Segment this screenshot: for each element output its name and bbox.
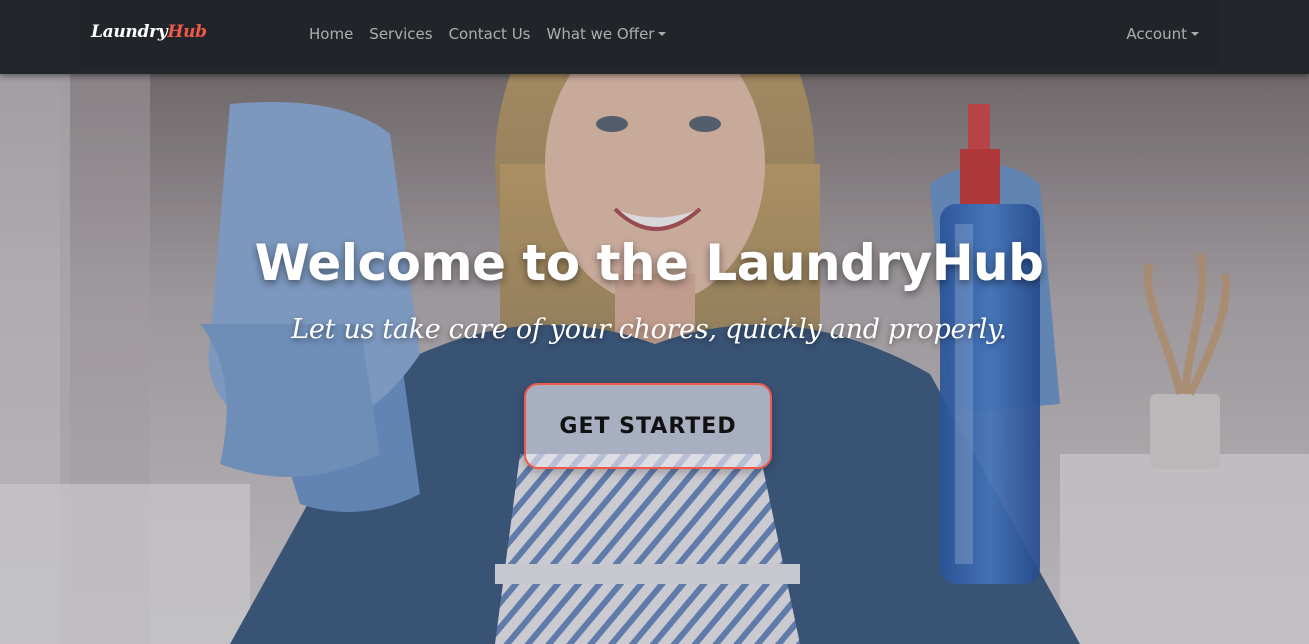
hero-section: Welcome to the LaundryHub Let us take ca…: [0, 74, 1309, 644]
nav-link-contact-us[interactable]: Contact Us: [441, 25, 539, 43]
nav-link-services[interactable]: Services: [361, 25, 440, 43]
get-started-button[interactable]: GET STARTED: [524, 383, 772, 469]
navbar: LaundryHub Home Services Contact Us What…: [79, 0, 1219, 68]
account-area: Account: [1118, 0, 1207, 68]
hero-title: Welcome to the LaundryHub: [254, 234, 1044, 292]
account-dropdown-label: Account: [1126, 25, 1187, 43]
brand-logo[interactable]: LaundryHub: [91, 22, 207, 42]
nav-link-home-label: Home: [309, 25, 354, 43]
nav-link-services-label: Services: [369, 25, 433, 43]
caret-down-icon: [1191, 32, 1199, 36]
hero-overlay: [0, 74, 1309, 644]
caret-down-icon: [658, 32, 667, 36]
nav-links: Home Services Contact Us What we Offer: [301, 0, 674, 68]
nav-link-contact-us-label: Contact Us: [448, 25, 531, 43]
nav-dropdown-what-we-offer[interactable]: What we Offer: [538, 25, 674, 43]
hero-subtitle: Let us take care of your chores, quickly…: [291, 314, 1007, 345]
nav-dropdown-what-we-offer-label: What we Offer: [546, 25, 655, 43]
nav-link-home[interactable]: Home: [301, 25, 361, 43]
navbar-container: LaundryHub Home Services Contact Us What…: [0, 0, 1309, 74]
brand-name-part1: Laundry: [91, 22, 168, 42]
get-started-button-label: GET STARTED: [559, 413, 737, 439]
brand-name-part2: Hub: [167, 22, 207, 42]
account-dropdown[interactable]: Account: [1118, 25, 1207, 43]
